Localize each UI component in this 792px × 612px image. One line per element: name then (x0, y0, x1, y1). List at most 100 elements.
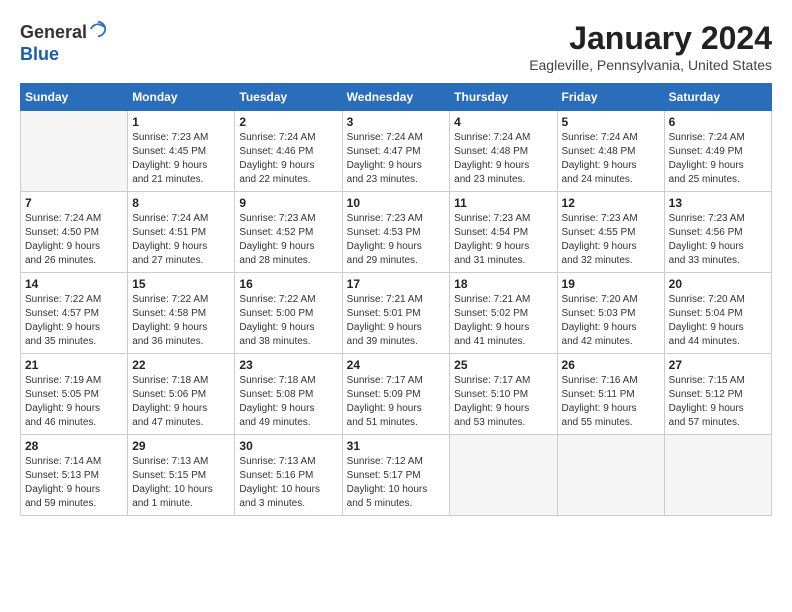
weekday-header-tuesday: Tuesday (235, 84, 342, 111)
calendar-cell: 23 Sunrise: 7:18 AMSunset: 5:08 PMDayligh… (235, 354, 342, 435)
calendar-week-row: 7Sunrise: 7:24 AMSunset: 4:50 PMDaylight… (21, 192, 772, 273)
day-number: 14 (25, 277, 123, 291)
day-info: Sunrise: 7:18 AMSunset: 5:06 PMDaylight:… (132, 374, 230, 430)
day-number: 28 (25, 439, 123, 453)
calendar-cell: 26Sunrise: 7:16 AMSunset: 5:11 PMDayligh… (557, 354, 664, 435)
calendar-cell: 5 Sunrise: 7:24 AMSunset: 4:48 PMDaylight… (557, 111, 664, 192)
day-info: Sunrise: 7:24 AMSunset: 4:50 PMDaylight:… (25, 212, 123, 268)
calendar-cell (21, 111, 128, 192)
location: Eagleville, Pennsylvania, United States (529, 57, 772, 73)
day-number: 6 (669, 115, 767, 129)
calendar-cell: 7Sunrise: 7:24 AMSunset: 4:50 PMDaylight… (21, 192, 128, 273)
weekday-header-thursday: Thursday (450, 84, 557, 111)
calendar-week-row: 1 Sunrise: 7:23 AMSunset: 4:45 PMDaylight… (21, 111, 772, 192)
day-number: 24 (347, 358, 446, 372)
calendar-cell: 12 Sunrise: 7:23 AMSunset: 4:55 PMDayligh… (557, 192, 664, 273)
day-info: Sunrise: 7:23 AMSunset: 4:53 PMDaylight:… (347, 212, 446, 268)
calendar-cell: 19Sunrise: 7:20 AMSunset: 5:03 PMDayligh… (557, 273, 664, 354)
calendar-week-row: 14Sunrise: 7:22 AMSunset: 4:57 PMDayligh… (21, 273, 772, 354)
calendar-week-row: 28 Sunrise: 7:14 AMSunset: 5:13 PMDayligh… (21, 435, 772, 516)
day-number: 9 (239, 196, 337, 210)
day-number: 10 (347, 196, 446, 210)
day-info: Sunrise: 7:23 AMSunset: 4:45 PMDaylight:… (132, 131, 230, 187)
day-info: Sunrise: 7:21 AMSunset: 5:01 PMDaylight:… (347, 293, 446, 349)
day-number: 5 (562, 115, 660, 129)
weekday-header-sunday: Sunday (21, 84, 128, 111)
day-info: Sunrise: 7:24 AMSunset: 4:47 PMDaylight:… (347, 131, 446, 187)
calendar-cell: 27 Sunrise: 7:15 AMSunset: 5:12 PMDayligh… (664, 354, 771, 435)
day-number: 18 (454, 277, 552, 291)
month-title: January 2024 (529, 20, 772, 57)
day-number: 13 (669, 196, 767, 210)
calendar-cell: 2Sunrise: 7:24 AMSunset: 4:46 PMDaylight… (235, 111, 342, 192)
weekday-header-friday: Friday (557, 84, 664, 111)
day-info: Sunrise: 7:13 AMSunset: 5:15 PMDaylight:… (132, 455, 230, 511)
day-info: Sunrise: 7:21 AMSunset: 5:02 PMDaylight:… (454, 293, 552, 349)
day-number: 2 (239, 115, 337, 129)
day-number: 27 (669, 358, 767, 372)
day-number: 11 (454, 196, 552, 210)
calendar-cell: 29 Sunrise: 7:13 AMSunset: 5:15 PMDayligh… (128, 435, 235, 516)
day-info: Sunrise: 7:15 AMSunset: 5:12 PMDaylight:… (669, 374, 767, 430)
weekday-header-row: SundayMondayTuesdayWednesdayThursdayFrid… (21, 84, 772, 111)
day-info: Sunrise: 7:20 AMSunset: 5:03 PMDaylight:… (562, 293, 660, 349)
day-number: 30 (239, 439, 337, 453)
day-info: Sunrise: 7:23 AMSunset: 4:56 PMDaylight:… (669, 212, 767, 268)
calendar-cell: 13 Sunrise: 7:23 AMSunset: 4:56 PMDayligh… (664, 192, 771, 273)
day-info: Sunrise: 7:19 AMSunset: 5:05 PMDaylight:… (25, 374, 123, 430)
weekday-header-saturday: Saturday (664, 84, 771, 111)
day-number: 25 (454, 358, 552, 372)
logo-general: General (20, 22, 87, 42)
calendar-cell (450, 435, 557, 516)
day-info: Sunrise: 7:23 AMSunset: 4:52 PMDaylight:… (239, 212, 337, 268)
calendar-cell: 10 Sunrise: 7:23 AMSunset: 4:53 PMDayligh… (342, 192, 450, 273)
day-info: Sunrise: 7:24 AMSunset: 4:48 PMDaylight:… (454, 131, 552, 187)
calendar-cell: 3Sunrise: 7:24 AMSunset: 4:47 PMDaylight… (342, 111, 450, 192)
calendar-cell (557, 435, 664, 516)
calendar-cell: 9 Sunrise: 7:23 AMSunset: 4:52 PMDaylight… (235, 192, 342, 273)
calendar-cell: 28 Sunrise: 7:14 AMSunset: 5:13 PMDayligh… (21, 435, 128, 516)
calendar-cell (664, 435, 771, 516)
day-info: Sunrise: 7:22 AMSunset: 4:58 PMDaylight:… (132, 293, 230, 349)
calendar-cell: 25 Sunrise: 7:17 AMSunset: 5:10 PMDayligh… (450, 354, 557, 435)
calendar-table: SundayMondayTuesdayWednesdayThursdayFrid… (20, 83, 772, 516)
day-number: 23 (239, 358, 337, 372)
day-info: Sunrise: 7:24 AMSunset: 4:48 PMDaylight:… (562, 131, 660, 187)
calendar-cell: 1 Sunrise: 7:23 AMSunset: 4:45 PMDaylight… (128, 111, 235, 192)
day-number: 31 (347, 439, 446, 453)
calendar-cell: 18 Sunrise: 7:21 AMSunset: 5:02 PMDayligh… (450, 273, 557, 354)
calendar-cell: 15 Sunrise: 7:22 AMSunset: 4:58 PMDayligh… (128, 273, 235, 354)
day-info: Sunrise: 7:20 AMSunset: 5:04 PMDaylight:… (669, 293, 767, 349)
calendar-cell: 22Sunrise: 7:18 AMSunset: 5:06 PMDayligh… (128, 354, 235, 435)
day-info: Sunrise: 7:23 AMSunset: 4:55 PMDaylight:… (562, 212, 660, 268)
calendar-cell: 31Sunrise: 7:12 AMSunset: 5:17 PMDayligh… (342, 435, 450, 516)
day-info: Sunrise: 7:14 AMSunset: 5:13 PMDaylight:… (25, 455, 123, 511)
day-number: 17 (347, 277, 446, 291)
day-info: Sunrise: 7:17 AMSunset: 5:09 PMDaylight:… (347, 374, 446, 430)
logo-bird-icon (89, 20, 107, 38)
calendar-cell: 14Sunrise: 7:22 AMSunset: 4:57 PMDayligh… (21, 273, 128, 354)
day-info: Sunrise: 7:17 AMSunset: 5:10 PMDaylight:… (454, 374, 552, 430)
day-number: 12 (562, 196, 660, 210)
weekday-header-wednesday: Wednesday (342, 84, 450, 111)
calendar-week-row: 21Sunrise: 7:19 AMSunset: 5:05 PMDayligh… (21, 354, 772, 435)
day-number: 1 (132, 115, 230, 129)
day-info: Sunrise: 7:23 AMSunset: 4:54 PMDaylight:… (454, 212, 552, 268)
calendar-cell: 21Sunrise: 7:19 AMSunset: 5:05 PMDayligh… (21, 354, 128, 435)
logo-blue: Blue (20, 44, 59, 64)
day-info: Sunrise: 7:22 AMSunset: 5:00 PMDaylight:… (239, 293, 337, 349)
day-number: 15 (132, 277, 230, 291)
day-info: Sunrise: 7:13 AMSunset: 5:16 PMDaylight:… (239, 455, 337, 511)
day-info: Sunrise: 7:18 AMSunset: 5:08 PMDaylight:… (239, 374, 337, 430)
calendar-cell: 16Sunrise: 7:22 AMSunset: 5:00 PMDayligh… (235, 273, 342, 354)
weekday-header-monday: Monday (128, 84, 235, 111)
title-block: January 2024 Eagleville, Pennsylvania, U… (529, 20, 772, 73)
calendar-cell: 6Sunrise: 7:24 AMSunset: 4:49 PMDaylight… (664, 111, 771, 192)
page-header: General Blue January 2024 Eagleville, Pe… (20, 20, 772, 73)
calendar-cell: 24 Sunrise: 7:17 AMSunset: 5:09 PMDayligh… (342, 354, 450, 435)
calendar-cell: 4Sunrise: 7:24 AMSunset: 4:48 PMDaylight… (450, 111, 557, 192)
calendar-body: 1 Sunrise: 7:23 AMSunset: 4:45 PMDaylight… (21, 111, 772, 516)
day-number: 29 (132, 439, 230, 453)
day-number: 8 (132, 196, 230, 210)
day-number: 20 (669, 277, 767, 291)
